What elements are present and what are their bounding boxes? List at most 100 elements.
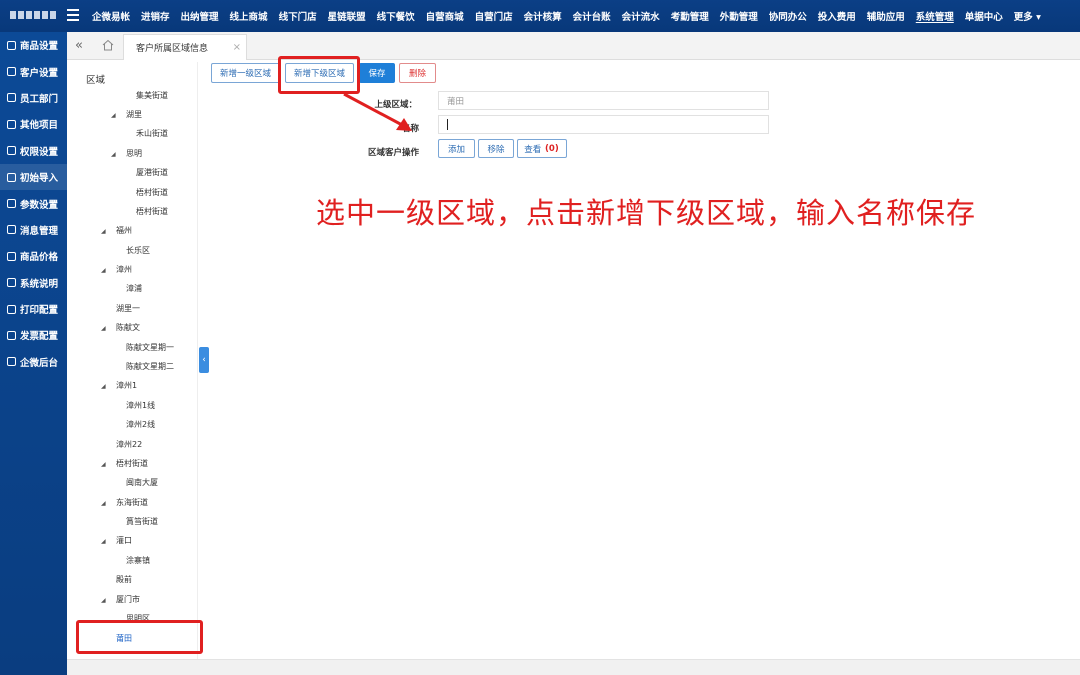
tree-node[interactable]: 湖里 (126, 109, 142, 120)
sidebar-item-admin[interactable]: 企微后台 (0, 349, 67, 375)
tab-customer-region[interactable]: 客户所属区域信息 × (123, 34, 247, 60)
settings-grid-icon (7, 278, 16, 288)
collapse-tree-button[interactable]: ‹ (199, 347, 209, 373)
sidebar-item-goods-settings[interactable]: 商品设置 (0, 32, 67, 58)
tree-node[interactable]: 梧村街道 (116, 458, 148, 469)
tree-node[interactable]: 福州 (116, 225, 132, 236)
nav-item-xtgl[interactable]: 系统管理 (916, 9, 954, 23)
sidebar-item-other[interactable]: 其他项目 (0, 111, 67, 137)
tree-node[interactable]: 闽南大厦 (126, 477, 158, 488)
remove-customer-button[interactable]: 移除 (478, 139, 514, 158)
save-button[interactable]: 保存 (359, 63, 395, 83)
sidebar-item-init-import[interactable]: 初始导入 (0, 163, 67, 191)
tree-node[interactable]: 陈献文 (116, 322, 140, 333)
caret-expanded-icon[interactable]: ◢ (111, 151, 116, 158)
nav-item-zysc[interactable]: 自营商城 (426, 9, 464, 23)
sidebar-item-docs[interactable]: 系统说明 (0, 270, 67, 296)
nav-item-kjtz[interactable]: 会计台账 (573, 9, 611, 23)
tree-node[interactable]: 漳州1 (116, 380, 137, 391)
nav-item-jxc[interactable]: 进销存 (141, 9, 170, 23)
tree-node[interactable]: 陈献文星期二 (126, 361, 174, 372)
nav-item-qwyz[interactable]: 企微易帐 (92, 9, 130, 23)
nav-item-xxmd[interactable]: 线下门店 (279, 9, 317, 23)
tree-node[interactable]: 厦门市 (116, 594, 140, 605)
tree-node[interactable]: 涂寨镇 (126, 555, 150, 566)
name-input[interactable] (438, 115, 769, 134)
shield-icon (7, 146, 16, 156)
nav-item-xxcy[interactable]: 线下餐饮 (377, 9, 415, 23)
add-customer-button[interactable]: 添加 (438, 139, 475, 158)
sidebar-item-invoice[interactable]: 发票配置 (0, 322, 67, 348)
top-nav-menu: 企微易帐 进销存 出纳管理 线上商城 线下门店 星链联盟 线下餐饮 自营商城 自… (92, 0, 1052, 32)
tree-node[interactable]: 漳州22 (116, 439, 142, 450)
nav-item-zymd[interactable]: 自营门店 (475, 9, 513, 23)
nav-item-xssc[interactable]: 线上商城 (230, 9, 268, 23)
caret-expanded-icon[interactable]: ◢ (101, 538, 106, 545)
caret-expanded-icon[interactable]: ◢ (101, 500, 106, 507)
sidebar-item-label: 系统说明 (20, 278, 59, 290)
tree-node[interactable]: 湖里一 (116, 303, 140, 314)
sidebar-item-permissions[interactable]: 权限设置 (0, 138, 67, 164)
chevron-left-icon: ‹ (202, 355, 206, 365)
nav-item-xllm[interactable]: 星链联盟 (328, 9, 366, 23)
nav-item-wqgl[interactable]: 外勤管理 (720, 9, 758, 23)
region-customer-ops-label: 区域客户操作 (367, 148, 419, 158)
add-top-region-button[interactable]: 新增一级区域 (211, 63, 280, 83)
sidebar-item-messages[interactable]: 消息管理 (0, 217, 67, 243)
view-customers-button[interactable]: 查看 (0) (517, 139, 567, 158)
caret-expanded-icon[interactable]: ◢ (101, 325, 106, 332)
sidebar-item-label: 消息管理 (20, 225, 59, 237)
tree-node[interactable]: 漳州2线 (126, 419, 155, 430)
top-nav-bar: 企微易帐 进销存 出纳管理 线上商城 线下门店 星链联盟 线下餐饮 自营商城 自… (0, 0, 1080, 32)
double-chevron-left-icon[interactable]: « (75, 38, 83, 53)
tree-node[interactable]: 漳州 (116, 264, 132, 275)
tree-node[interactable]: 陈献文星期一 (126, 342, 174, 353)
caret-expanded-icon[interactable]: ◢ (101, 228, 106, 235)
tab-bar: « 客户所属区域信息 × (67, 32, 1080, 60)
nav-item-djzx[interactable]: 单据中心 (965, 9, 1003, 23)
caret-expanded-icon[interactable]: ◢ (101, 267, 106, 274)
close-icon[interactable]: × (233, 42, 241, 53)
caret-expanded-icon[interactable]: ◢ (101, 597, 106, 604)
tree-node[interactable]: 思明 (126, 148, 142, 159)
left-sidebar: 商品设置 客户设置 员工部门 其他项目 权限设置 初始导入 参数设置 消息管理 … (0, 32, 67, 675)
sidebar-item-label: 商品价格 (20, 252, 59, 264)
nav-item-trfy[interactable]: 投入费用 (818, 9, 856, 23)
sidebar-item-print[interactable]: 打印配置 (0, 296, 67, 322)
tree-node[interactable]: 厦港街道 (136, 167, 168, 178)
sidebar-item-label: 打印配置 (20, 305, 59, 317)
sidebar-item-label: 客户设置 (20, 67, 59, 79)
caret-expanded-icon[interactable]: ◢ (111, 112, 116, 119)
nav-item-kjls[interactable]: 会计流水 (622, 9, 660, 23)
region-tree-panel: 区域 集美街道 ◢ 湖里 禾山街道 ◢ 思明 厦港街道 梧村街道 梧村街道 ◢ … (75, 62, 198, 659)
tree-node[interactable]: 长乐区 (126, 245, 150, 256)
annotation-arrow-icon (343, 92, 412, 131)
tree-node[interactable]: 漳州1线 (126, 400, 155, 411)
sidebar-item-params[interactable]: 参数设置 (0, 190, 67, 216)
nav-item-kqgl[interactable]: 考勤管理 (671, 9, 709, 23)
nav-item-fzyy[interactable]: 辅助应用 (867, 9, 905, 23)
nav-item-kjhs[interactable]: 会计核算 (524, 9, 562, 23)
annotation-highlight-button (278, 56, 360, 94)
tree-node[interactable]: 漳浦 (126, 283, 142, 294)
home-icon[interactable] (101, 38, 115, 52)
delete-button[interactable]: 删除 (399, 63, 436, 83)
tree-node[interactable]: 禾山街道 (136, 128, 168, 139)
sidebar-item-prices[interactable]: 商品价格 (0, 243, 67, 269)
tree-node[interactable]: 殿前 (116, 574, 132, 585)
tree-node[interactable]: 梧村街道 (136, 206, 168, 217)
nav-item-more[interactable]: 更多 ▾ (1014, 9, 1041, 23)
tree-node[interactable]: 梧村街道 (136, 187, 168, 198)
tree-node[interactable]: 篔筜街道 (126, 516, 158, 527)
sidebar-item-staff-dept[interactable]: 员工部门 (0, 85, 67, 111)
tree-node[interactable]: 集美街道 (136, 90, 168, 101)
tree-node[interactable]: 东海街道 (116, 497, 148, 508)
sidebar-item-customer-settings[interactable]: 客户设置 (0, 58, 67, 84)
annotation-instruction: 选中一级区域，点击新增下级区域，输入名称保存 (316, 196, 977, 230)
caret-expanded-icon[interactable]: ◢ (101, 461, 106, 468)
tree-node[interactable]: 灌口 (116, 535, 132, 546)
menu-toggle-icon[interactable] (67, 9, 79, 21)
nav-item-cngl[interactable]: 出纳管理 (181, 9, 219, 23)
caret-expanded-icon[interactable]: ◢ (101, 383, 106, 390)
nav-item-xtbg[interactable]: 协同办公 (769, 9, 807, 23)
